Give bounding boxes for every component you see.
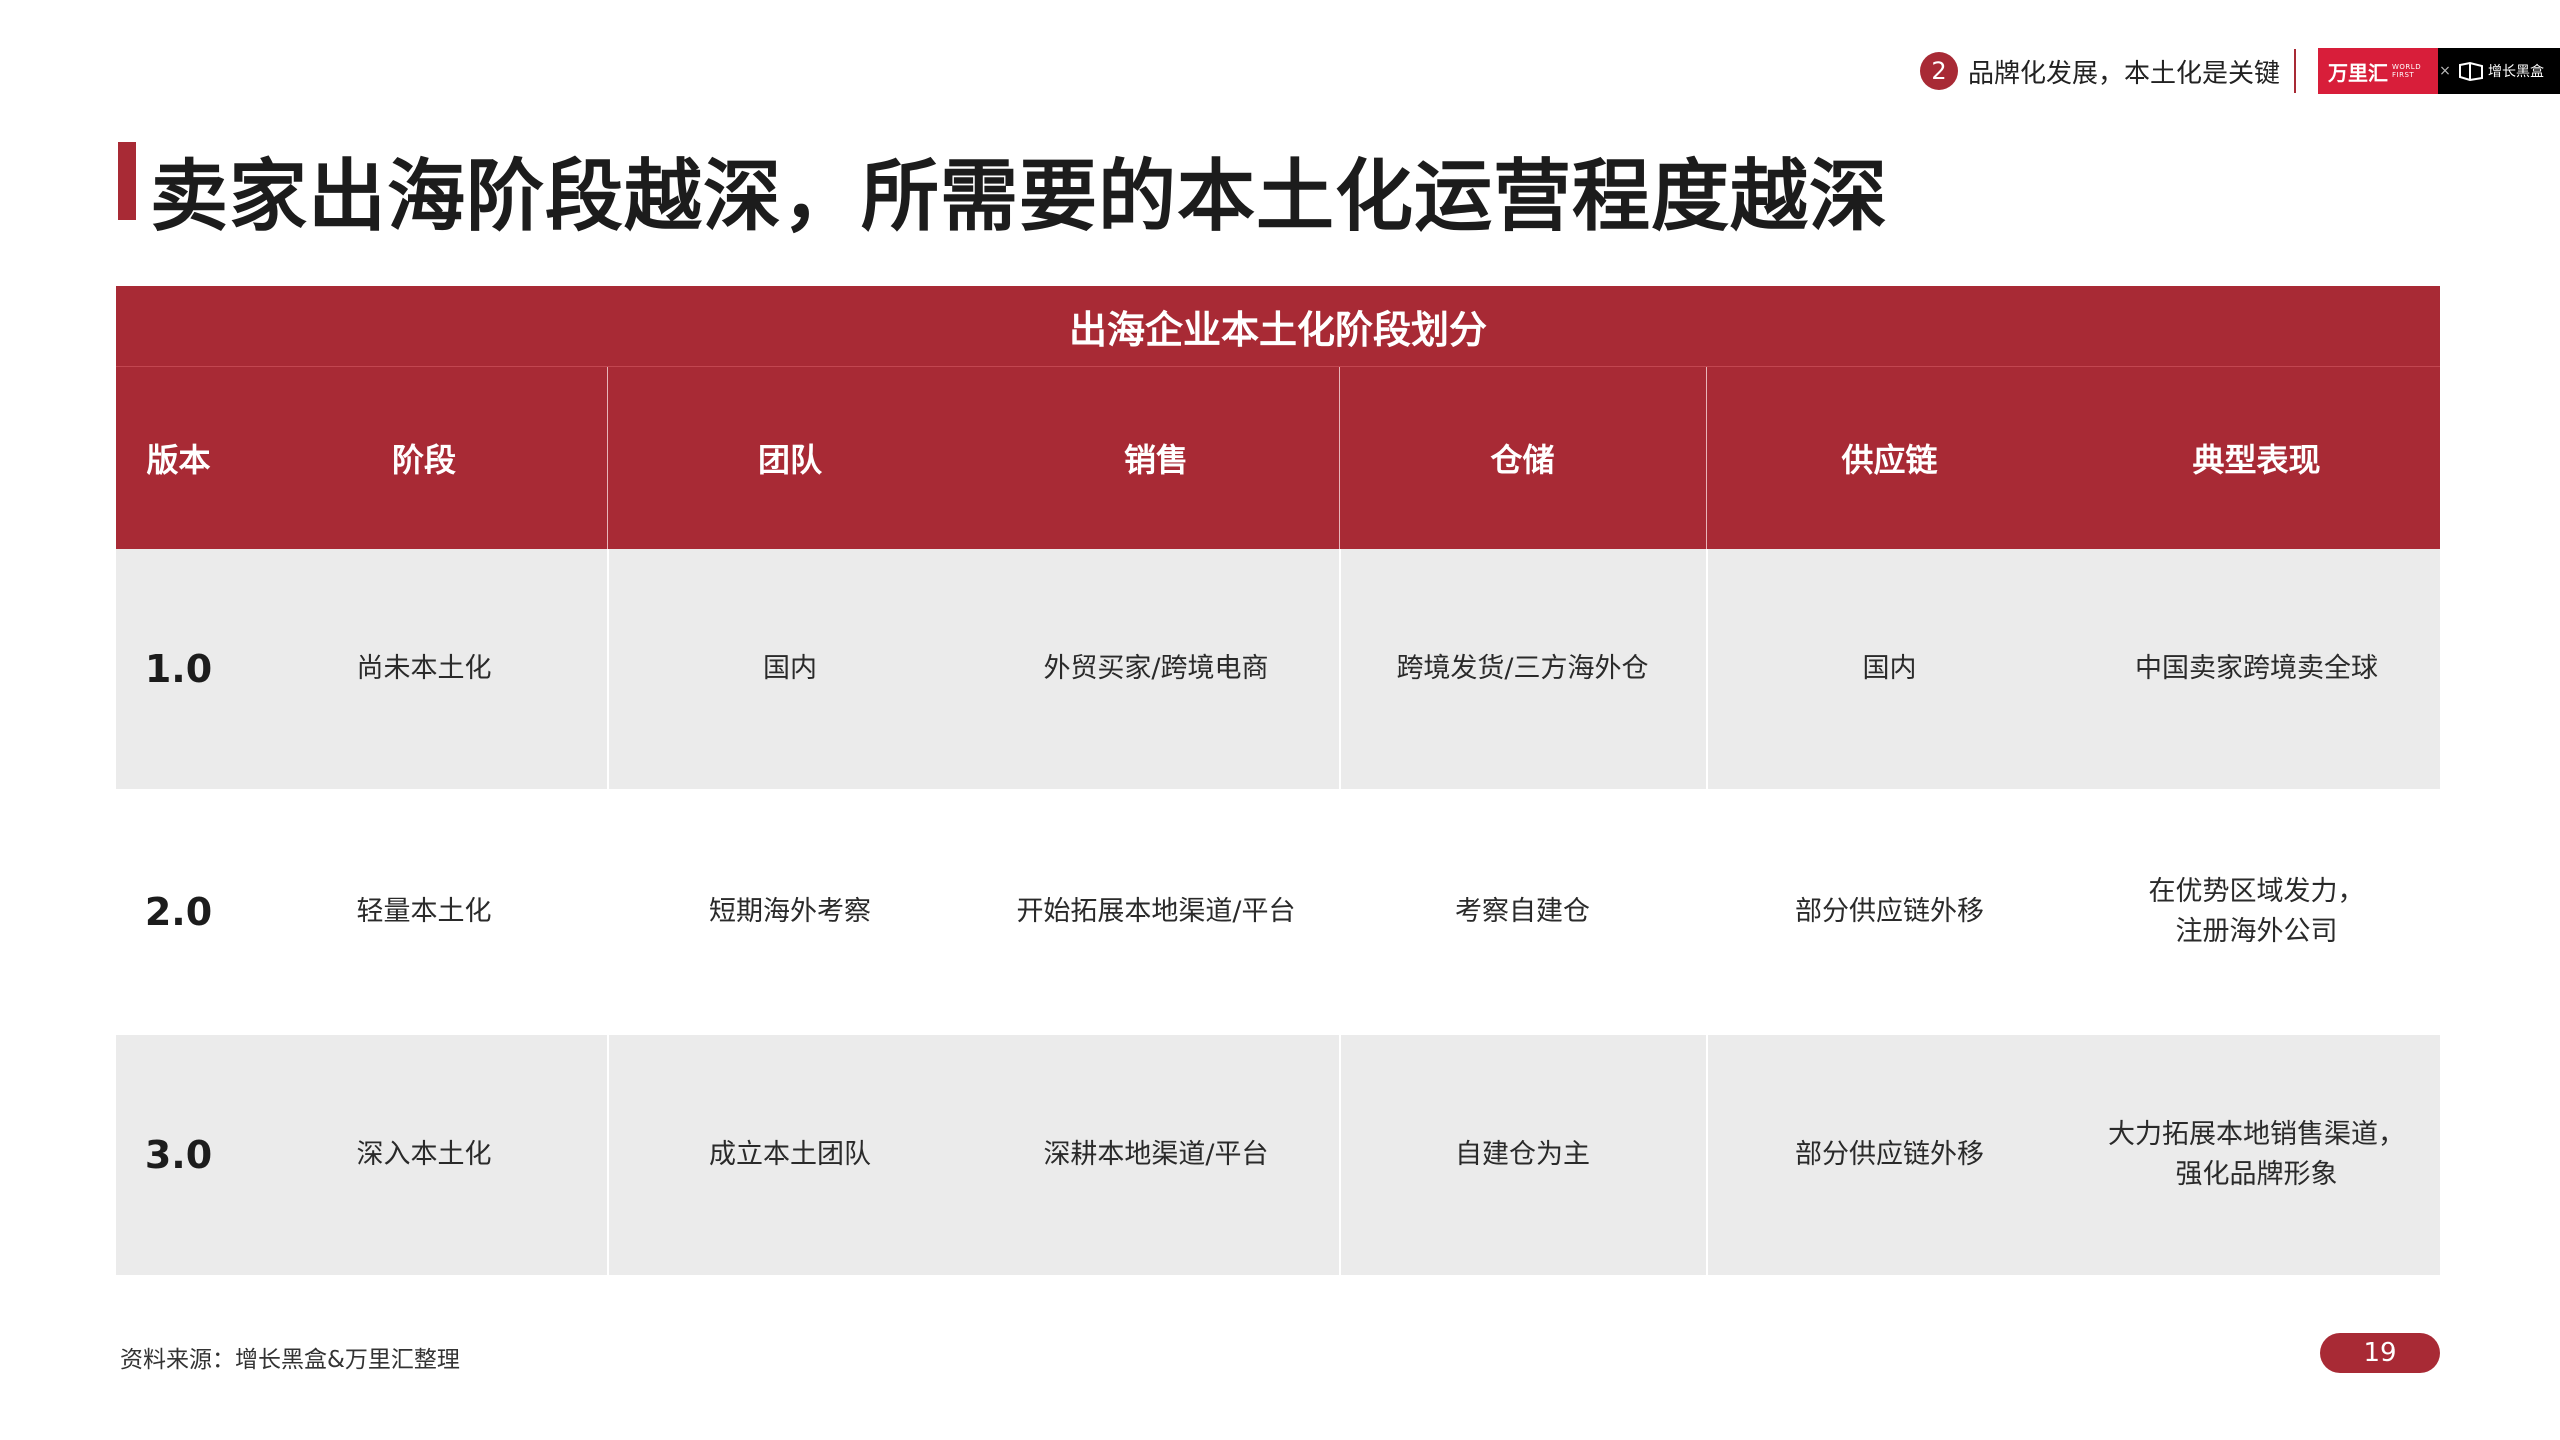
table-caption: 出海企业本土化阶段划分	[116, 286, 2440, 367]
worldfirst-logo: 万里汇 WORLD FIRST	[2318, 48, 2438, 94]
cell-team: 成立本土团队	[709, 1139, 871, 1170]
source-note: 资料来源：增长黑盒&万里汇整理	[120, 1347, 460, 1373]
table-row: 2.0 轻量本土化 短期海外考察 开始拓展本地渠道/平台 考察自建仓 部分供应链…	[116, 789, 2440, 1035]
growthbox-icon	[2459, 61, 2483, 81]
header-divider	[2294, 49, 2297, 93]
cell-supply-chain: 国内	[1862, 653, 1917, 684]
cell-stage: 深入本土化	[356, 1139, 492, 1170]
table-header-row: 版本 阶段 团队 销售 仓储 供应链 典型表现	[116, 367, 2440, 549]
header-typical-performance: 典型表现	[2192, 441, 2321, 479]
cell-supply-chain: 部分供应链外移	[1795, 1139, 1984, 1170]
cell-version: 1.0	[144, 647, 213, 691]
header-team: 团队	[757, 441, 822, 479]
logo-separator: ×	[2438, 48, 2452, 94]
header-sales: 销售	[1123, 441, 1188, 479]
cell-sales: 外贸买家/跨境电商	[1043, 653, 1269, 684]
growthbox-logo: 增长黑盒	[2452, 48, 2560, 94]
cell-typical-performance: 中国卖家跨境卖全球	[2135, 653, 2378, 684]
cell-typical-performance: 大力拓展本地销售渠道， 强化品牌形象	[2108, 1119, 2405, 1190]
cell-stage: 尚未本土化	[356, 653, 492, 684]
section-number-badge: 2	[1920, 52, 1958, 90]
localization-stage-table: 出海企业本土化阶段划分 版本 阶段 团队 销售 仓储 供应链 典型表现 1.0 …	[116, 286, 2440, 1275]
cell-warehouse: 自建仓为主	[1455, 1139, 1590, 1170]
cell-version: 3.0	[144, 1133, 213, 1177]
cell-stage: 轻量本土化	[356, 896, 492, 927]
cell-sales: 开始拓展本地渠道/平台	[1016, 896, 1296, 927]
page-number: 19	[2320, 1333, 2440, 1373]
section-indicator: 2 品牌化发展，本土化是关键	[1920, 48, 2297, 94]
cell-team: 国内	[763, 653, 817, 684]
cell-warehouse: 考察自建仓	[1455, 896, 1590, 927]
header-version: 版本	[146, 441, 211, 479]
table-row: 1.0 尚未本土化 国内 外贸买家/跨境电商 跨境发货/三方海外仓 国内 中国卖…	[116, 549, 2440, 789]
page-title: 卖家出海阶段越深，所需要的本土化运营程度越深	[150, 152, 1889, 242]
table-row: 3.0 深入本土化 成立本土团队 深耕本地渠道/平台 自建仓为主 部分供应链外移…	[116, 1035, 2440, 1275]
title-accent-bar	[118, 142, 136, 220]
section-title: 品牌化发展，本土化是关键	[1968, 58, 2281, 89]
cell-typical-performance: 在优势区域发力， 注册海外公司	[2148, 876, 2365, 947]
cell-team: 短期海外考察	[709, 896, 871, 927]
cell-sales: 深耕本地渠道/平台	[1043, 1139, 1269, 1170]
cell-version: 2.0	[144, 890, 213, 934]
header-warehouse: 仓储	[1490, 441, 1555, 479]
header-stage: 阶段	[391, 441, 456, 479]
cell-warehouse: 跨境发货/三方海外仓	[1396, 653, 1649, 684]
header-supply-chain: 供应链	[1841, 441, 1938, 479]
cell-supply-chain: 部分供应链外移	[1795, 896, 1984, 927]
partner-logos: 万里汇 WORLD FIRST × 增长黑盒	[2318, 48, 2560, 94]
